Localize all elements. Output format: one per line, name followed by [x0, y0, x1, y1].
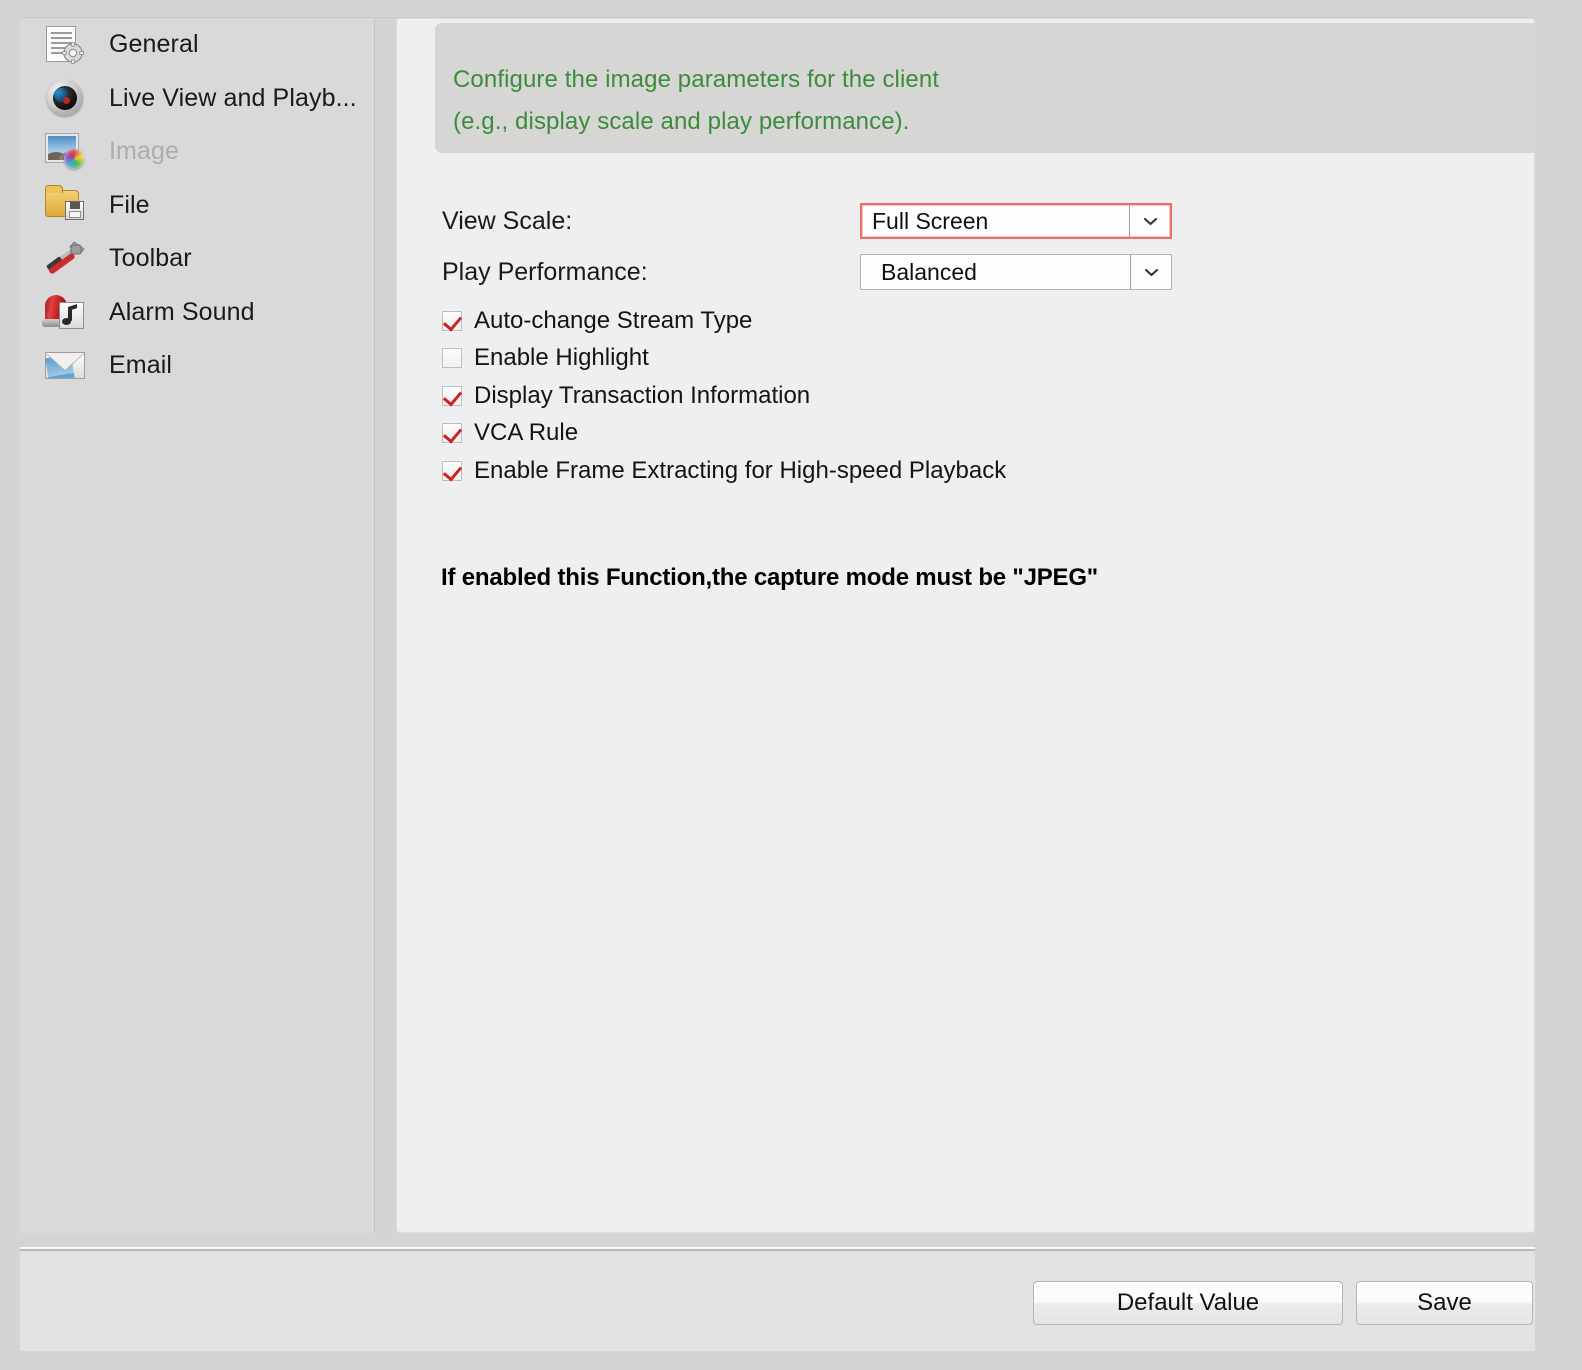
panel-description-banner: Configure the image parameters for the c… — [435, 23, 1535, 153]
sidebar-item-file[interactable]: File — [20, 179, 374, 233]
jpeg-requirement-note: If enabled this Function,the capture mod… — [441, 564, 1098, 591]
envelope-icon — [43, 345, 89, 387]
play-performance-row: Play Performance: Balanced — [442, 254, 1172, 290]
document-gear-icon — [43, 24, 89, 66]
play-performance-label: Play Performance: — [442, 257, 648, 286]
checkbox-row-auto-change-stream-type[interactable]: Auto-change Stream Type — [442, 302, 1006, 340]
play-performance-select[interactable]: Balanced — [860, 254, 1172, 290]
checkbox-vca-rule[interactable] — [442, 423, 462, 444]
tools-glyph — [46, 241, 85, 274]
sidebar-item-label: File — [109, 190, 150, 219]
view-scale-label: View Scale: — [442, 206, 573, 235]
checkbox-label: Enable Highlight — [474, 344, 649, 372]
checkbox-label: Auto-change Stream Type — [474, 306, 753, 334]
sidebar-item-live-view-and-playback[interactable]: Live View and Playb... — [20, 72, 374, 126]
sidebar-item-label: Alarm Sound — [109, 297, 255, 326]
chevron-down-icon[interactable] — [1129, 205, 1170, 237]
sidebar-item-image[interactable]: Image — [20, 125, 374, 179]
sidebar-item-email[interactable]: Email — [20, 339, 374, 393]
sidebar-item-label: Live View and Playb... — [109, 83, 357, 112]
sidebar-item-label: General — [109, 30, 199, 59]
checkbox-enable-highlight[interactable] — [442, 348, 462, 369]
sidebar-item-toolbar[interactable]: Toolbar — [20, 232, 374, 286]
checkbox-row-display-transaction-information[interactable]: Display Transaction Information — [442, 377, 1006, 415]
image-color-icon — [43, 131, 89, 173]
checkbox-row-enable-highlight[interactable]: Enable Highlight — [442, 340, 1006, 378]
sidebar-item-alarm-sound[interactable]: Alarm Sound — [20, 286, 374, 340]
gear-glyph — [62, 41, 84, 64]
image-settings-panel: Configure the image parameters for the c… — [396, 18, 1535, 1233]
settings-sidebar: General Live View and Playb... Image Fil… — [20, 18, 375, 1233]
sidebar-item-label: Toolbar — [109, 244, 192, 273]
save-button[interactable]: Save — [1356, 1281, 1533, 1325]
sidebar-item-label: Image — [109, 137, 179, 166]
camera-icon — [43, 77, 89, 119]
sidebar-item-general[interactable]: General — [20, 18, 374, 72]
checkbox-label: Enable Frame Extracting for High-speed P… — [474, 456, 1007, 484]
default-value-button[interactable]: Default Value — [1033, 1281, 1343, 1325]
options-checkbox-list: Auto-change Stream Type Enable Highlight… — [442, 302, 1006, 490]
hammer-wrench-icon — [43, 238, 89, 280]
play-performance-value: Balanced — [881, 258, 977, 285]
checkbox-display-transaction-information[interactable] — [442, 385, 462, 406]
view-scale-select[interactable]: Full Screen — [860, 203, 1172, 239]
siren-note-icon — [42, 291, 89, 333]
panel-description-line-2: (e.g., display scale and play performanc… — [453, 108, 910, 135]
checkbox-enable-frame-extracting[interactable] — [442, 460, 462, 481]
checkbox-row-vca-rule[interactable]: VCA Rule — [442, 415, 1006, 453]
checkbox-label: Display Transaction Information — [474, 381, 811, 409]
checkbox-row-enable-frame-extracting[interactable]: Enable Frame Extracting for High-speed P… — [442, 452, 1006, 490]
view-scale-value: Full Screen — [872, 207, 989, 234]
checkbox-label: VCA Rule — [474, 419, 579, 447]
folder-save-icon — [43, 184, 89, 226]
checkbox-auto-change-stream-type[interactable] — [442, 310, 462, 331]
panel-description-line-1: Configure the image parameters for the c… — [453, 66, 940, 93]
view-scale-row: View Scale: Full Screen — [442, 203, 1172, 239]
sidebar-item-label: Email — [109, 351, 173, 380]
chevron-down-icon[interactable] — [1130, 255, 1171, 289]
